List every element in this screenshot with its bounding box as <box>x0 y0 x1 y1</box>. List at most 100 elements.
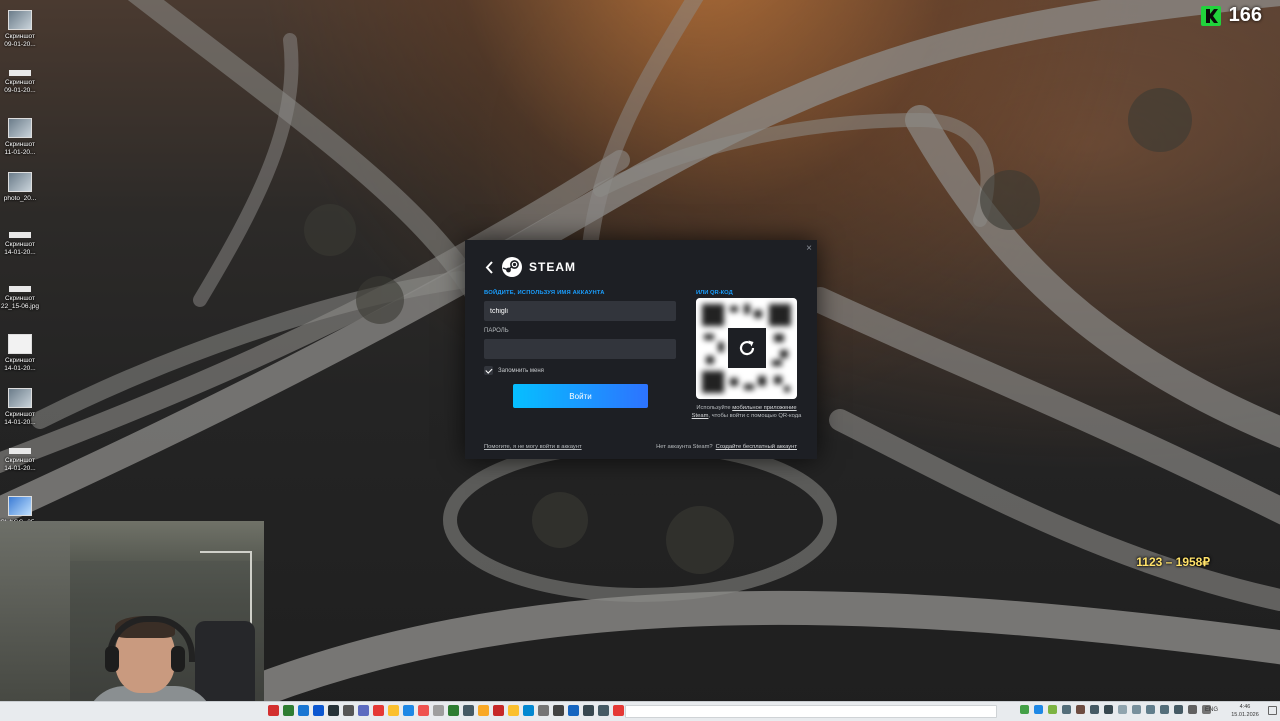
tray-icon[interactable] <box>1118 705 1127 714</box>
checkbox-checked-icon[interactable] <box>484 366 493 375</box>
taskbar-app-icon[interactable] <box>343 705 354 716</box>
clock-date: 15.01.2026 <box>1231 712 1259 718</box>
counter-value: 166 <box>1228 4 1262 26</box>
desktop-icon-label: Скриншот 22_15-06.jpg <box>1 295 39 310</box>
taskbar-app-icon[interactable] <box>583 705 594 716</box>
taskbar-app-icon[interactable] <box>553 705 564 716</box>
desktop-icon[interactable]: Скриншот 11-01-20... <box>0 114 40 164</box>
tray-icon[interactable] <box>1048 705 1057 714</box>
password-label: ПАРОЛЬ <box>484 328 509 334</box>
username-input[interactable] <box>484 301 676 321</box>
tray-icon[interactable] <box>1160 705 1169 714</box>
taskbar-app-icon[interactable] <box>328 705 339 716</box>
tray-icon[interactable] <box>1076 705 1085 714</box>
taskbar-app-icon[interactable] <box>313 705 324 716</box>
language-indicator[interactable]: ENG <box>1205 707 1218 713</box>
taskbar-app-icon[interactable] <box>388 705 399 716</box>
desktop-icon[interactable]: photo_20... <box>0 168 40 218</box>
desktop-icon-label: Скриншот 14-01-20... <box>4 357 36 372</box>
desktop-icon-label: photo_20... <box>3 195 37 202</box>
taskbar-app-icon[interactable] <box>463 705 474 716</box>
desktop-icon[interactable]: Скриншот 09-01-20... <box>0 6 40 56</box>
desktop-icon-label: Скриншот 11-01-20... <box>4 141 36 156</box>
desktop-icon-label: Скриншот 14-01-20... <box>4 241 36 256</box>
k-logo-icon <box>1200 5 1221 26</box>
image-file-icon <box>8 388 32 408</box>
create-account-link[interactable]: Создайте бесплатный аккаунт <box>716 444 797 450</box>
image-file-icon <box>9 286 31 292</box>
taskbar-app-icon[interactable] <box>373 705 384 716</box>
image-file-icon <box>9 232 31 238</box>
desktop-icons: Скриншот 09-01-20... Скриншот 09-01-20... Ск… <box>0 6 40 546</box>
notification-icon[interactable] <box>1268 706 1277 715</box>
taskbar-app-icon[interactable] <box>433 705 444 716</box>
desktop-icon[interactable]: Скриншот 09-01-20... <box>0 60 40 110</box>
taskbar-app-icon[interactable] <box>523 705 534 716</box>
qr-refresh-button[interactable] <box>728 328 766 368</box>
tray-icon[interactable] <box>1090 705 1099 714</box>
help-link[interactable]: Помогите, я не могу войти в аккаунт <box>484 444 582 450</box>
taskbar-app-icon[interactable] <box>493 705 504 716</box>
steam-logo-icon <box>502 257 522 277</box>
login-button[interactable]: Войти <box>513 384 648 408</box>
desktop-icon-label: Скриншот 09-01-20... <box>4 33 36 48</box>
taskbar-app-icon[interactable] <box>448 705 459 716</box>
taskbar-app-icon[interactable] <box>478 705 489 716</box>
app-icon <box>8 496 32 516</box>
tray-icon[interactable] <box>1188 705 1197 714</box>
steam-wordmark: STEAM <box>529 260 576 274</box>
taskbar: ENG 4:46 15.01.2026 <box>0 701 1280 721</box>
tray-icon[interactable] <box>1174 705 1183 714</box>
price-range-overlay: 1123 – 1958₽ <box>1136 555 1210 569</box>
desktop-icon[interactable]: Скриншот 14-01-20... <box>0 222 40 272</box>
viewer-counter: 166 <box>1200 4 1262 27</box>
remember-me-checkbox[interactable]: Запомнить меня <box>484 366 544 375</box>
tray-icon[interactable] <box>1146 705 1155 714</box>
desktop-icon-label: Скриншот 14-01-20... <box>4 411 36 426</box>
desktop-icon[interactable]: Скриншот 14-01-20... <box>0 438 40 488</box>
signin-title: ВОЙДИТЕ, ИСПОЛЬЗУЯ ИМЯ АККАУНТА <box>484 290 605 296</box>
taskbar-app-icon[interactable] <box>613 705 624 716</box>
taskbar-app-icon[interactable] <box>418 705 429 716</box>
image-file-icon <box>8 172 32 192</box>
taskbar-app-icon[interactable] <box>298 705 309 716</box>
desktop-icon[interactable]: Скриншот 14-01-20... <box>0 384 40 434</box>
tray-icon[interactable] <box>1034 705 1043 714</box>
webcam-overlay <box>0 521 264 720</box>
steam-header: STEAM <box>485 256 576 278</box>
taskbar-app-icon[interactable] <box>268 705 279 716</box>
no-account-row: Нет аккаунта Steam? Создайте бесплатный а… <box>656 444 797 450</box>
taskbar-app-icon[interactable] <box>538 705 549 716</box>
qr-title: ИЛИ QR-КОД <box>696 290 733 296</box>
tray-icon[interactable] <box>1132 705 1141 714</box>
password-input[interactable] <box>484 339 676 359</box>
taskbar-app-icon[interactable] <box>568 705 579 716</box>
taskbar-app-icon[interactable] <box>358 705 369 716</box>
close-icon[interactable]: × <box>806 243 812 254</box>
tray-icon[interactable] <box>1104 705 1113 714</box>
qr-code <box>696 298 797 399</box>
remember-me-label: Запомнить меня <box>498 367 544 374</box>
back-arrow-icon[interactable] <box>485 259 495 275</box>
clock-time: 4:46 <box>1239 704 1251 710</box>
taskbar-app-icon[interactable] <box>283 705 294 716</box>
taskbar-app-icon[interactable] <box>598 705 609 716</box>
image-file-icon <box>9 448 31 454</box>
desktop-icon-label: Скриншот 09-01-20... <box>4 79 36 94</box>
taskbar-app-icon[interactable] <box>403 705 414 716</box>
desktop-icon[interactable]: Скриншот 22_15-06.jpg <box>0 276 40 326</box>
steam-login-dialog: × STEAM ВОЙДИТЕ, ИСПОЛЬЗУЯ ИМЯ АККАУНТА … <box>465 240 817 459</box>
image-file-icon <box>8 118 32 138</box>
image-file-icon <box>8 10 32 30</box>
tray-icon[interactable] <box>1062 705 1071 714</box>
image-file-icon <box>9 70 31 76</box>
taskbar-search-box[interactable] <box>625 705 997 718</box>
taskbar-app-icon[interactable] <box>508 705 519 716</box>
desktop-icon[interactable]: Скриншот 14-01-20... <box>0 330 40 380</box>
taskbar-apps <box>268 704 669 716</box>
qr-caption: Используйте мобильное приложение Steam, … <box>691 405 802 419</box>
image-file-icon <box>8 334 32 354</box>
clock[interactable]: 4:46 15.01.2026 <box>1226 703 1264 719</box>
tray-icon[interactable] <box>1020 705 1029 714</box>
desktop-icon-label: Скриншот 14-01-20... <box>4 457 36 472</box>
